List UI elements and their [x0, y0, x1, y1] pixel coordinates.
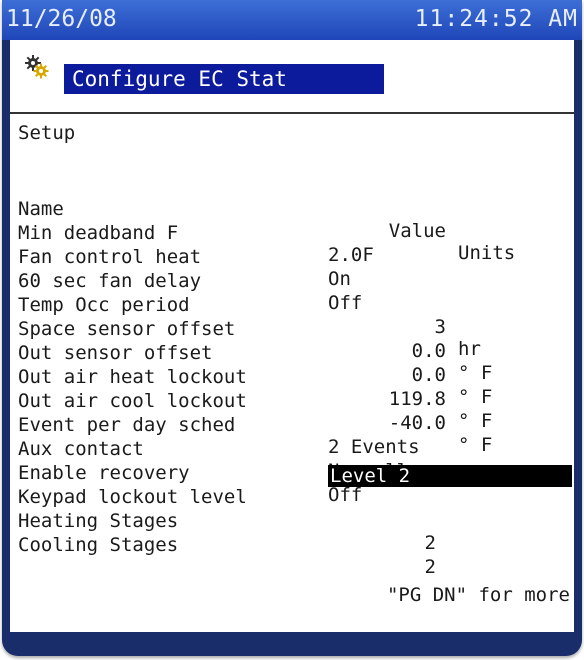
setting-row-out-air-heat-lockout[interactable]: Out air heat lockout 119.8 ° F [10, 344, 574, 432]
setting-row-enable-recovery[interactable]: Enable recovery Off [10, 440, 574, 506]
setting-row-fan-delay[interactable]: 60 sec fan delay Off [10, 248, 574, 314]
section-heading: Setup [18, 122, 76, 144]
setting-value: 2 [424, 532, 436, 554]
setting-row-min-deadband[interactable]: Min deadband F 2.0F [10, 200, 574, 266]
device-frame: 11/26/08 11:24:52 AM Configure EC Stat S… [0, 0, 584, 660]
setting-row-space-sensor-offset[interactable]: Space sensor offset 0.0 ° F [10, 296, 574, 384]
setting-row-keypad-lockout[interactable]: Keypad lockout level Level 2 [10, 464, 574, 508]
column-header: Name Value Units [10, 176, 574, 264]
status-bar: 11/26/08 11:24:52 AM [2, 0, 582, 40]
setting-label: Cooling Stages [18, 534, 179, 556]
status-date: 11/26/08 [6, 6, 117, 32]
gear-icon [25, 55, 49, 79]
setting-row-heating-stages[interactable]: Heating Stages 2 [10, 488, 574, 554]
setting-value: 2 [424, 556, 436, 578]
content-panel: Configure EC Stat Setup Name Value Units… [10, 40, 574, 632]
setting-row-out-sensor-offset[interactable]: Out sensor offset 0.0 ° F [10, 320, 574, 408]
status-time: 11:24:52 AM [414, 6, 578, 32]
setting-row-out-air-cool-lockout[interactable]: Out air cool lockout -40.0 ° F [10, 368, 574, 456]
setting-row-temp-occ-period[interactable]: Temp Occ period 3 hr [10, 272, 574, 360]
setting-row-cooling-stages[interactable]: Cooling Stages 2 [10, 512, 574, 578]
screen-title: Configure EC Stat [64, 64, 384, 94]
setting-row-fan-control-heat[interactable]: Fan control heat On [10, 224, 574, 290]
setting-row-aux-contact[interactable]: Aux contact Normally open [10, 416, 574, 482]
page-down-hint: "PG DN" for more [386, 584, 570, 606]
display-screen: 11/26/08 11:24:52 AM Configure EC Stat S… [2, 0, 582, 656]
title-area: Configure EC Stat [10, 40, 574, 114]
setting-row-event-per-day[interactable]: Event per day sched 2 Events [10, 392, 574, 458]
selected-value-field[interactable]: Level 2 [328, 465, 572, 487]
